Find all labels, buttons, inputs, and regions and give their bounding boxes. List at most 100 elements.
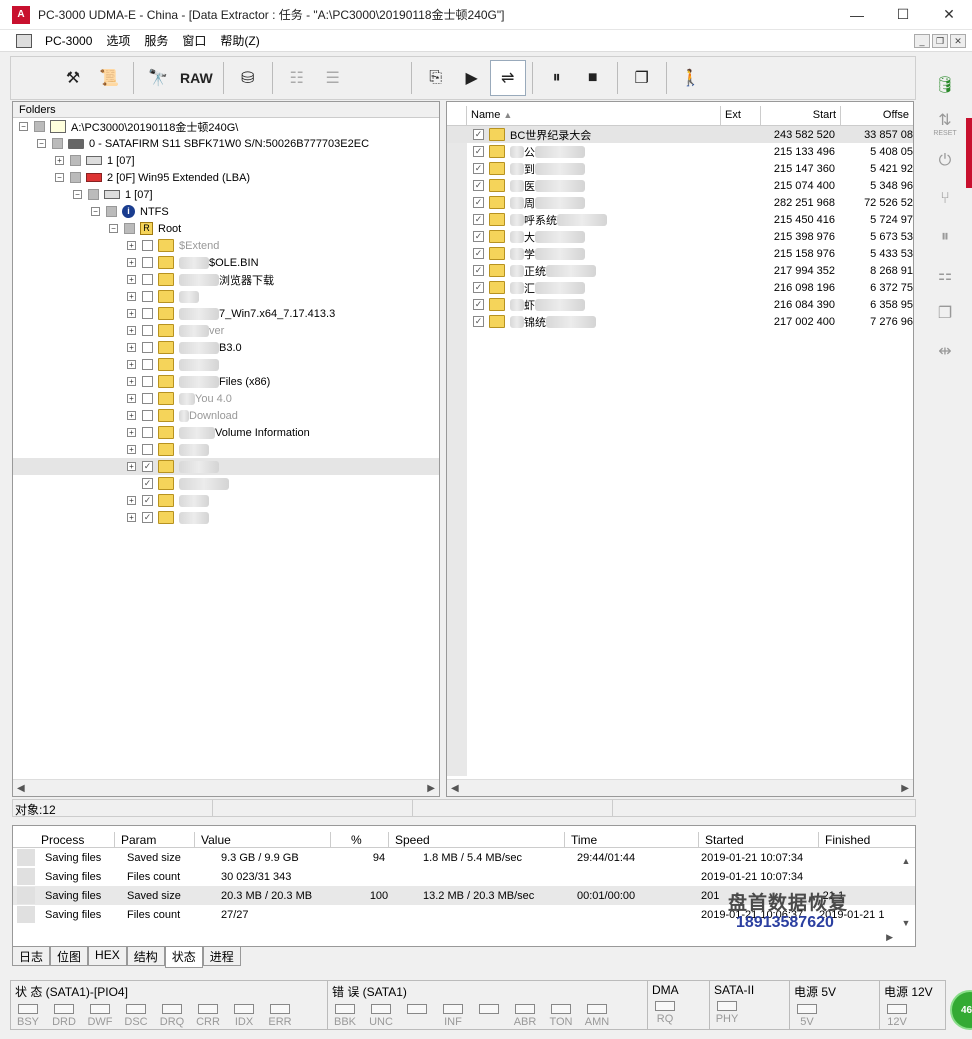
tree-item[interactable]: +1 [07]: [13, 152, 439, 169]
file-checkbox[interactable]: ✓: [473, 180, 484, 191]
tree-item[interactable]: + 浏览器下载: [13, 271, 439, 288]
column-offset[interactable]: Offse: [841, 106, 913, 125]
menu-service[interactable]: 服务: [137, 32, 175, 49]
collapse-icon[interactable]: −: [55, 173, 64, 182]
reset-button[interactable]: ⇅ RESET: [928, 108, 962, 138]
file-row[interactable]: ✓ 周 282 251 968 72 526 52: [447, 194, 913, 211]
tab-4[interactable]: 状态: [164, 947, 203, 968]
file-row[interactable]: ✓ 学 215 158 976 5 433 53: [447, 245, 913, 262]
expand-icon[interactable]: +: [127, 377, 136, 386]
tree-item[interactable]: + ✓: [13, 509, 439, 526]
file-checkbox[interactable]: ✓: [473, 316, 484, 327]
file-row[interactable]: ✓ 医 215 074 400 5 348 96: [447, 177, 913, 194]
process-row[interactable]: Saving files Saved size 9.3 GB / 9.9 GB 94 1…: [13, 848, 915, 867]
file-checkbox[interactable]: ✓: [473, 197, 484, 208]
column-time[interactable]: Time: [565, 832, 699, 847]
tree-item[interactable]: − 1 [07]: [13, 186, 439, 203]
binoculars-icon[interactable]: 🔭: [140, 60, 176, 96]
menu-window[interactable]: 窗口: [175, 32, 213, 49]
scroll-up-icon[interactable]: ▲: [902, 856, 911, 866]
jumper-icon[interactable]: ⚏: [928, 260, 962, 290]
power-icon[interactable]: ⏻: [928, 146, 962, 176]
scroll-left-icon[interactable]: ◀: [17, 783, 25, 794]
expand-icon[interactable]: +: [127, 343, 136, 352]
folders-hscrollbar[interactable]: ◀ ▶: [13, 779, 439, 796]
expand-icon[interactable]: +: [127, 445, 136, 454]
play-icon[interactable]: ▶: [454, 60, 490, 96]
maximize-button[interactable]: ☐: [880, 0, 926, 30]
tree-checkbox[interactable]: [70, 172, 81, 183]
tree-checkbox[interactable]: [142, 393, 153, 404]
file-row[interactable]: ✓ 汇 216 098 196 6 372 75: [447, 279, 913, 296]
file-checkbox[interactable]: ✓: [473, 163, 484, 174]
mdi-close-button[interactable]: ✕: [950, 33, 966, 48]
file-row[interactable]: ✓ 锦统 217 002 400 7 276 96: [447, 313, 913, 330]
expand-icon[interactable]: +: [127, 258, 136, 267]
collapse-icon[interactable]: −: [73, 190, 82, 199]
tree-checkbox[interactable]: [142, 274, 153, 285]
file-row[interactable]: ✓ 大 215 398 976 5 673 53: [447, 228, 913, 245]
column-finished[interactable]: Finished: [819, 832, 915, 847]
menu-pc3000[interactable]: PC-3000: [38, 34, 99, 48]
file-row[interactable]: ✓ 呼系统 215 450 416 5 724 97: [447, 211, 913, 228]
expand-icon[interactable]: +: [127, 241, 136, 250]
tree-checkbox[interactable]: [34, 121, 45, 132]
expand-icon[interactable]: +: [127, 496, 136, 505]
column-process[interactable]: Process: [35, 832, 115, 847]
tree-item[interactable]: − A:\PC3000\20190118金士顿240G\: [13, 118, 439, 135]
scroll-down-icon[interactable]: ▼: [902, 918, 911, 928]
tree-item[interactable]: + You 4.0: [13, 390, 439, 407]
tree-item[interactable]: +: [13, 356, 439, 373]
file-row[interactable]: ✓ BC世界纪录大会 243 582 520 33 857 08: [447, 126, 913, 143]
column-start[interactable]: Start: [761, 106, 841, 125]
expand-icon[interactable]: +: [127, 428, 136, 437]
minimize-button[interactable]: —: [834, 0, 880, 30]
menu-options[interactable]: 选项: [99, 32, 137, 49]
mdi-minimize-button[interactable]: _: [914, 33, 930, 48]
tree-item[interactable]: + ver: [13, 322, 439, 339]
tree-structure-icon[interactable]: ☷: [279, 60, 315, 96]
column-speed[interactable]: Speed: [389, 832, 565, 847]
tree-checkbox[interactable]: [142, 444, 153, 455]
tree-checkbox[interactable]: [70, 155, 81, 166]
scroll-right-icon[interactable]: ▶: [901, 783, 909, 794]
pause-icon[interactable]: ⏸: [539, 60, 575, 96]
copy-close-icon[interactable]: ❐: [928, 298, 962, 328]
tools-icon[interactable]: ⚒: [55, 60, 91, 96]
tree-checkbox[interactable]: [124, 223, 135, 234]
column-percent[interactable]: %: [331, 832, 389, 847]
tree-item[interactable]: +7_Win7.x64_7.17.413.3: [13, 305, 439, 322]
file-row[interactable]: ✓ 正统 217 994 352 8 268 91: [447, 262, 913, 279]
save-export-icon[interactable]: ⎘: [418, 60, 454, 96]
tab-0[interactable]: 日志: [12, 947, 51, 966]
tree-checkbox[interactable]: [88, 189, 99, 200]
file-checkbox[interactable]: ✓: [473, 231, 484, 242]
collapse-icon[interactable]: −: [91, 207, 100, 216]
tree-item[interactable]: + ✓: [13, 458, 439, 475]
tree-checkbox[interactable]: [142, 427, 153, 438]
files-hscrollbar[interactable]: ◀ ▶: [447, 779, 913, 796]
tree-item[interactable]: + ✓: [13, 492, 439, 509]
file-checkbox[interactable]: ✓: [473, 129, 484, 140]
expand-icon[interactable]: +: [127, 513, 136, 522]
file-checkbox[interactable]: ✓: [473, 146, 484, 157]
tree-checkbox[interactable]: [142, 308, 153, 319]
tree-item[interactable]: + Download: [13, 407, 439, 424]
file-checkbox[interactable]: ✓: [473, 282, 484, 293]
file-row[interactable]: ✓ 到 215 147 360 5 421 92: [447, 160, 913, 177]
tree-item[interactable]: − i NTFS: [13, 203, 439, 220]
process-icon[interactable]: ⇌: [489, 60, 526, 96]
tree-item[interactable]: − R Root: [13, 220, 439, 237]
file-checkbox[interactable]: ✓: [473, 248, 484, 259]
tree-checkbox[interactable]: ✓: [142, 478, 153, 489]
tree-item[interactable]: ✓: [13, 475, 439, 492]
tree-checkbox[interactable]: [142, 342, 153, 353]
tab-2[interactable]: HEX: [88, 947, 127, 966]
expand-icon[interactable]: [127, 479, 136, 488]
tree-checkbox[interactable]: [142, 325, 153, 336]
file-checkbox[interactable]: ✓: [473, 214, 484, 225]
file-checkbox[interactable]: ✓: [473, 299, 484, 310]
tab-3[interactable]: 结构: [126, 947, 165, 966]
expand-icon[interactable]: +: [127, 394, 136, 403]
tree-checkbox[interactable]: [52, 138, 63, 149]
